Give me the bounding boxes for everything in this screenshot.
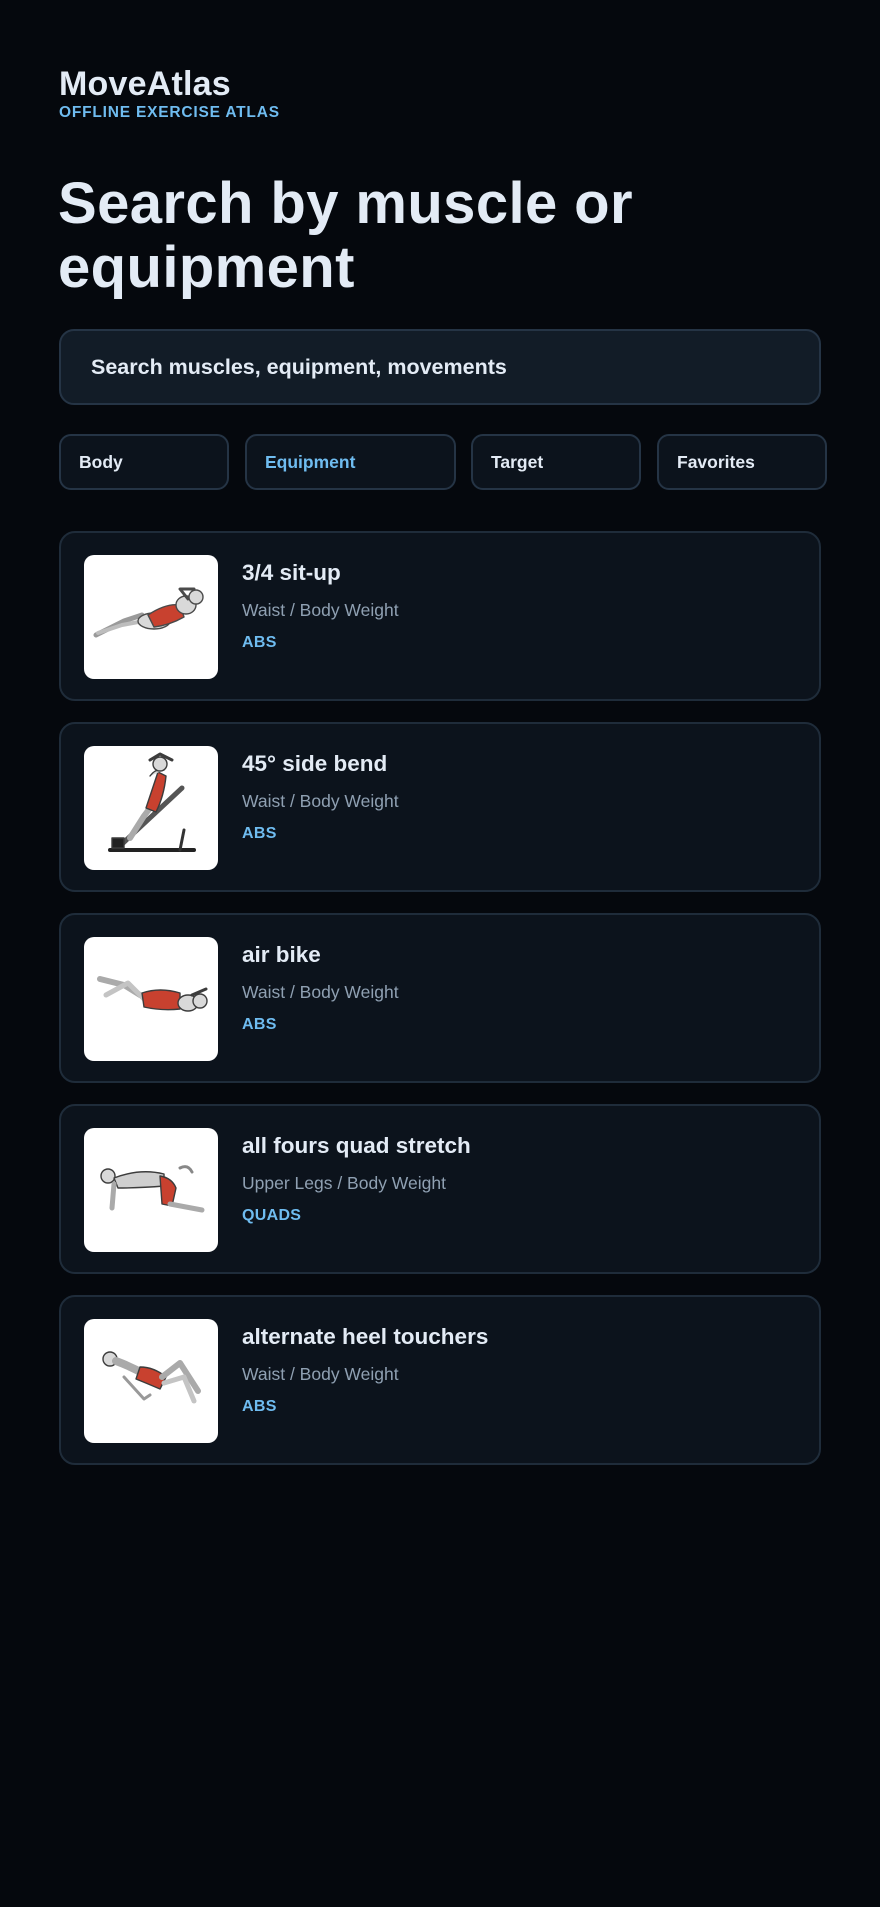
- sit-up-illustration: [84, 555, 218, 679]
- tab-label: Equipment: [265, 451, 356, 472]
- tab-target[interactable]: Target: [471, 434, 641, 490]
- exercise-name: all fours quad stretch: [242, 1133, 471, 1158]
- tab-label: Target: [491, 451, 544, 472]
- air-bike-illustration: [84, 937, 218, 1061]
- tab-body[interactable]: Body: [59, 434, 229, 490]
- heel-touchers-illustration: [84, 1319, 218, 1443]
- exercise-target: ABS: [242, 1398, 277, 1415]
- exercise-target: ABS: [242, 1016, 277, 1033]
- exercise-meta: Waist / Body Weight: [242, 791, 399, 811]
- brand-header: MoveAtlas OFFLINE EXERCISE ATLAS: [59, 64, 280, 122]
- quad-stretch-illustration: [84, 1128, 218, 1252]
- app-name: MoveAtlas: [59, 65, 231, 103]
- tab-label: Body: [79, 451, 123, 472]
- page-headline: Search by muscle or equipment: [58, 171, 633, 300]
- exercise-target: QUADS: [242, 1207, 302, 1224]
- exercise-name: 45° side bend: [242, 751, 388, 776]
- tab-label: Favorites: [677, 451, 755, 472]
- exercise-name: 3/4 sit-up: [242, 560, 341, 585]
- exercise-target: ABS: [242, 634, 277, 651]
- tab-equipment[interactable]: Equipment: [245, 434, 456, 490]
- tab-favorites[interactable]: Favorites: [657, 434, 827, 490]
- exercise-card[interactable]: all fours quad stretch Upper Legs / Body…: [59, 1104, 821, 1274]
- search-input[interactable]: Search muscles, equipment, movements: [59, 329, 821, 405]
- exercise-card[interactable]: alternate heel touchers Waist / Body Wei…: [59, 1295, 821, 1465]
- side-bend-illustration: [84, 746, 218, 870]
- exercise-card[interactable]: 3/4 sit-up Waist / Body Weight ABS: [59, 531, 821, 701]
- exercise-name: alternate heel touchers: [242, 1324, 489, 1349]
- exercise-meta: Waist / Body Weight: [242, 982, 399, 1002]
- exercise-meta: Upper Legs / Body Weight: [242, 1173, 446, 1193]
- app-screen: MoveAtlas OFFLINE EXERCISE ATLAS Search …: [0, 0, 880, 1907]
- exercise-card[interactable]: 45° side bend Waist / Body Weight ABS: [59, 722, 821, 892]
- exercise-meta: Waist / Body Weight: [242, 600, 399, 620]
- exercise-meta: Waist / Body Weight: [242, 1364, 399, 1384]
- exercise-card[interactable]: air bike Waist / Body Weight ABS: [59, 913, 821, 1083]
- exercise-name: air bike: [242, 942, 321, 967]
- exercise-target: ABS: [242, 825, 277, 842]
- app-tagline: OFFLINE EXERCISE ATLAS: [59, 104, 280, 121]
- search-placeholder: Search muscles, equipment, movements: [91, 354, 507, 379]
